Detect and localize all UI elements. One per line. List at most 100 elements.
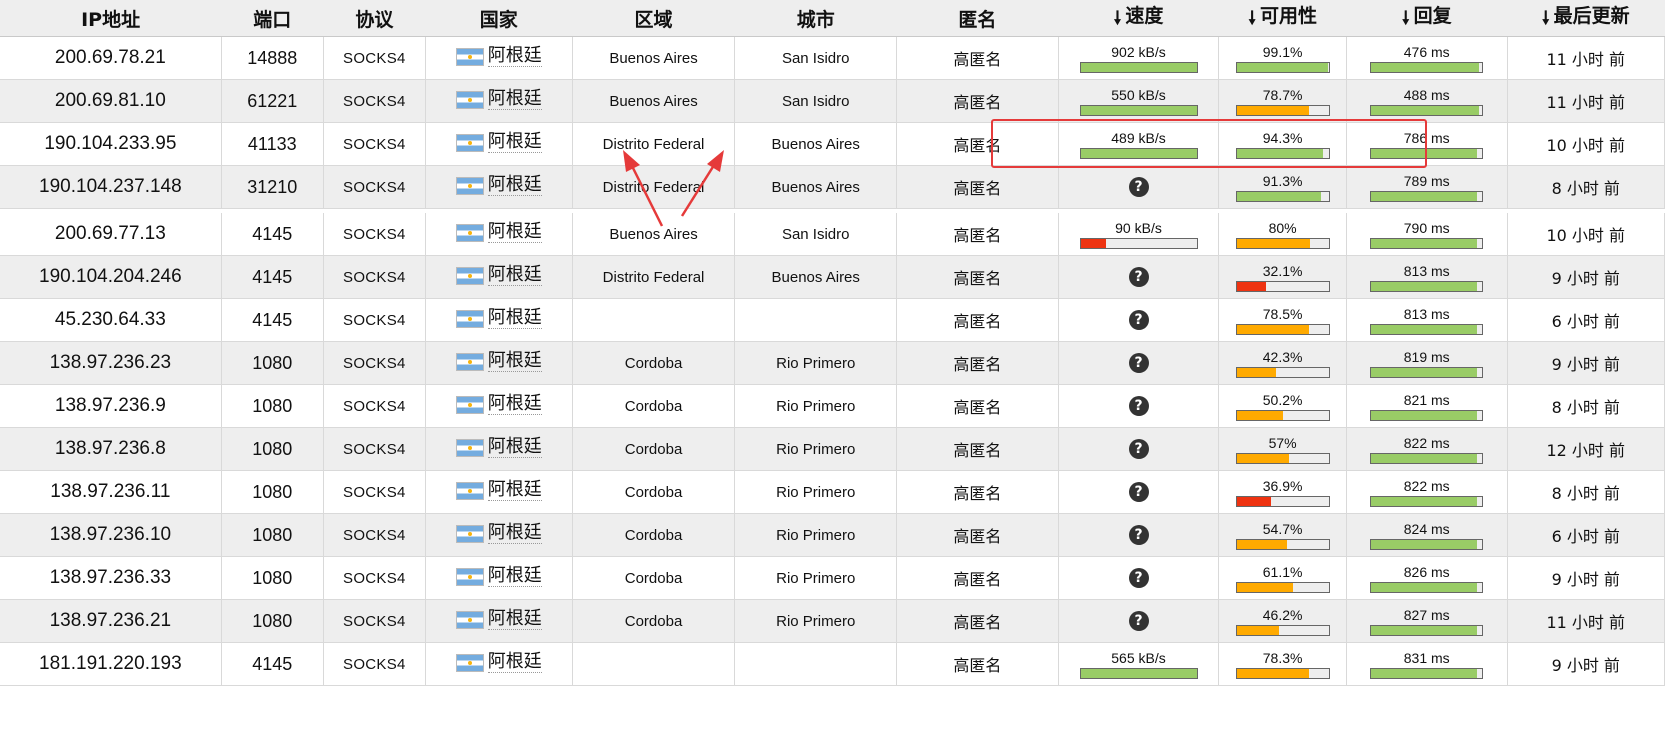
column-header-protocol[interactable]: 协议: [323, 0, 426, 37]
table-row: 138.97.236.11 1080 SOCKS4 阿根廷 Cordoba Rio Pri…: [0, 470, 1665, 514]
country-link[interactable]: 阿根廷: [455, 222, 542, 244]
unknown-speed-icon: ?: [1128, 267, 1149, 287]
sort-down-arrow-icon: 🠗: [1248, 7, 1256, 29]
response-bar-fill: [1371, 496, 1477, 506]
country-cell[interactable]: 阿根廷: [425, 470, 573, 514]
response-meter: 822 ms: [1347, 471, 1507, 513]
country-cell[interactable]: 阿根廷: [425, 79, 573, 123]
response-value: 822 ms: [1403, 477, 1450, 494]
column-header-country[interactable]: 国家: [425, 0, 573, 37]
country-link[interactable]: 阿根廷: [455, 652, 542, 674]
last-update-text: 11 小时 前: [1546, 93, 1626, 112]
region-cell: Cordoba: [572, 384, 736, 428]
column-header-ip[interactable]: IP地址: [0, 0, 222, 37]
city-name: Rio Primero: [776, 526, 856, 544]
country-link[interactable]: 阿根廷: [455, 609, 542, 631]
availability-bar-fill: [1236, 539, 1287, 549]
country-cell[interactable]: 阿根廷: [425, 599, 573, 643]
unknown-speed-icon: ?: [1128, 439, 1149, 459]
country-link[interactable]: 阿根廷: [455, 351, 542, 373]
last-update-text: 9 小时 前: [1551, 355, 1620, 374]
country-link[interactable]: 阿根廷: [455, 265, 542, 287]
port-number: 41133: [247, 133, 297, 154]
port-cell: 1080: [221, 556, 324, 600]
country-cell[interactable]: 阿根廷: [425, 513, 573, 557]
city-cell: Rio Primero: [734, 427, 898, 471]
country-cell[interactable]: 阿根廷: [425, 642, 573, 686]
ip-cell: 190.104.233.95: [0, 122, 222, 166]
availability-bar: [1235, 104, 1330, 116]
availability-value: 80%: [1268, 219, 1297, 236]
response-meter: 488 ms: [1347, 80, 1507, 122]
region-cell: Cordoba: [572, 556, 736, 600]
availability-meter: 50.2%: [1219, 385, 1346, 427]
country-cell[interactable]: 阿根廷: [425, 298, 573, 342]
anonymity-cell: 高匿名: [896, 122, 1059, 166]
protocol-cell: SOCKS4: [323, 79, 426, 123]
country-cell[interactable]: 阿根廷: [425, 556, 573, 600]
response-meter: 789 ms: [1347, 166, 1507, 208]
column-header-speed[interactable]: 🠗 速度: [1058, 0, 1219, 37]
country-link[interactable]: 阿根廷: [455, 394, 542, 416]
speed-bar-fill: [1080, 238, 1107, 248]
last-update-text: 10 小时 前: [1546, 226, 1626, 245]
response-value: 786 ms: [1403, 129, 1450, 146]
table-row: 190.104.204.246 4145 SOCKS4 阿根廷 Distrito Fed…: [0, 255, 1665, 299]
column-header-city[interactable]: 城市: [734, 0, 897, 37]
country-name: 阿根廷: [487, 131, 542, 154]
anonymity-level: 高匿名: [953, 226, 1002, 245]
country-link[interactable]: 阿根廷: [455, 308, 542, 330]
country-cell[interactable]: 阿根廷: [425, 213, 573, 256]
column-header-protocol-label: 协议: [355, 8, 394, 31]
country-cell[interactable]: 阿根廷: [425, 255, 573, 299]
country-cell[interactable]: 阿根廷: [425, 384, 573, 428]
country-link[interactable]: 阿根廷: [455, 566, 542, 588]
country-cell[interactable]: 阿根廷: [425, 122, 573, 166]
country-link[interactable]: 阿根廷: [455, 437, 542, 459]
unknown-speed-icon: ?: [1128, 310, 1149, 330]
anonymity-cell: 高匿名: [896, 513, 1059, 557]
response-bar-fill: [1371, 668, 1477, 678]
availability-value: 46.2%: [1262, 606, 1303, 623]
table-row: 138.97.236.8 1080 SOCKS4 阿根廷 Cordoba Rio Prim…: [0, 427, 1665, 471]
column-header-region[interactable]: 区域: [572, 0, 735, 37]
city-name: Buenos Aires: [771, 178, 860, 196]
response-bar: [1370, 581, 1484, 593]
response-meter: 827 ms: [1347, 600, 1507, 642]
column-header-anonymity[interactable]: 匿名: [896, 0, 1059, 37]
country-link[interactable]: 阿根廷: [455, 175, 542, 197]
country-cell[interactable]: 阿根廷: [425, 427, 573, 471]
column-header-port[interactable]: 端口: [221, 0, 324, 37]
column-header-last-update[interactable]: 🠗 最后更新: [1507, 0, 1665, 37]
availability-meter: 32.1%: [1219, 256, 1346, 298]
column-header-availability[interactable]: 🠗 可用性: [1218, 0, 1347, 37]
speed-cell: ?: [1058, 427, 1220, 471]
city-cell: Rio Primero: [734, 556, 898, 600]
region-name: Cordoba: [624, 569, 683, 587]
region-name: Buenos Aires: [609, 92, 698, 110]
protocol-label: SOCKS4: [343, 569, 406, 587]
availability-cell: 61.1%: [1218, 556, 1347, 600]
response-value: 821 ms: [1403, 391, 1450, 408]
speed-cell: ?: [1058, 470, 1220, 514]
port-cell: 1080: [221, 470, 324, 514]
response-value: 813 ms: [1403, 262, 1450, 279]
country-link[interactable]: 阿根廷: [455, 89, 542, 111]
country-cell[interactable]: 阿根廷: [425, 36, 573, 80]
column-header-country-label: 国家: [479, 8, 518, 31]
ip-address: 138.97.236.11: [50, 481, 171, 502]
country-link[interactable]: 阿根廷: [455, 480, 542, 502]
response-bar: [1370, 323, 1484, 335]
response-meter: 476 ms: [1347, 37, 1507, 79]
column-header-response[interactable]: 🠗 回复: [1346, 0, 1508, 37]
port-cell: 61221: [221, 79, 324, 123]
country-cell[interactable]: 阿根廷: [425, 165, 573, 209]
availability-value: 57%: [1268, 434, 1297, 451]
country-cell[interactable]: 阿根廷: [425, 341, 573, 385]
country-link[interactable]: 阿根廷: [455, 523, 542, 545]
table-row: 190.104.233.95 41133 SOCKS4 阿根廷 Distrito Fed…: [0, 122, 1665, 166]
argentina-flag-icon: [455, 133, 484, 152]
country-link[interactable]: 阿根廷: [455, 46, 542, 68]
proxy-list-page: IP地址 端口 协议 国家 区域 城市 匿名 🠗 速度 🠗 可用性 🠗 回复 🠗 最后更…: [0, 0, 1665, 734]
country-link[interactable]: 阿根廷: [455, 131, 542, 154]
